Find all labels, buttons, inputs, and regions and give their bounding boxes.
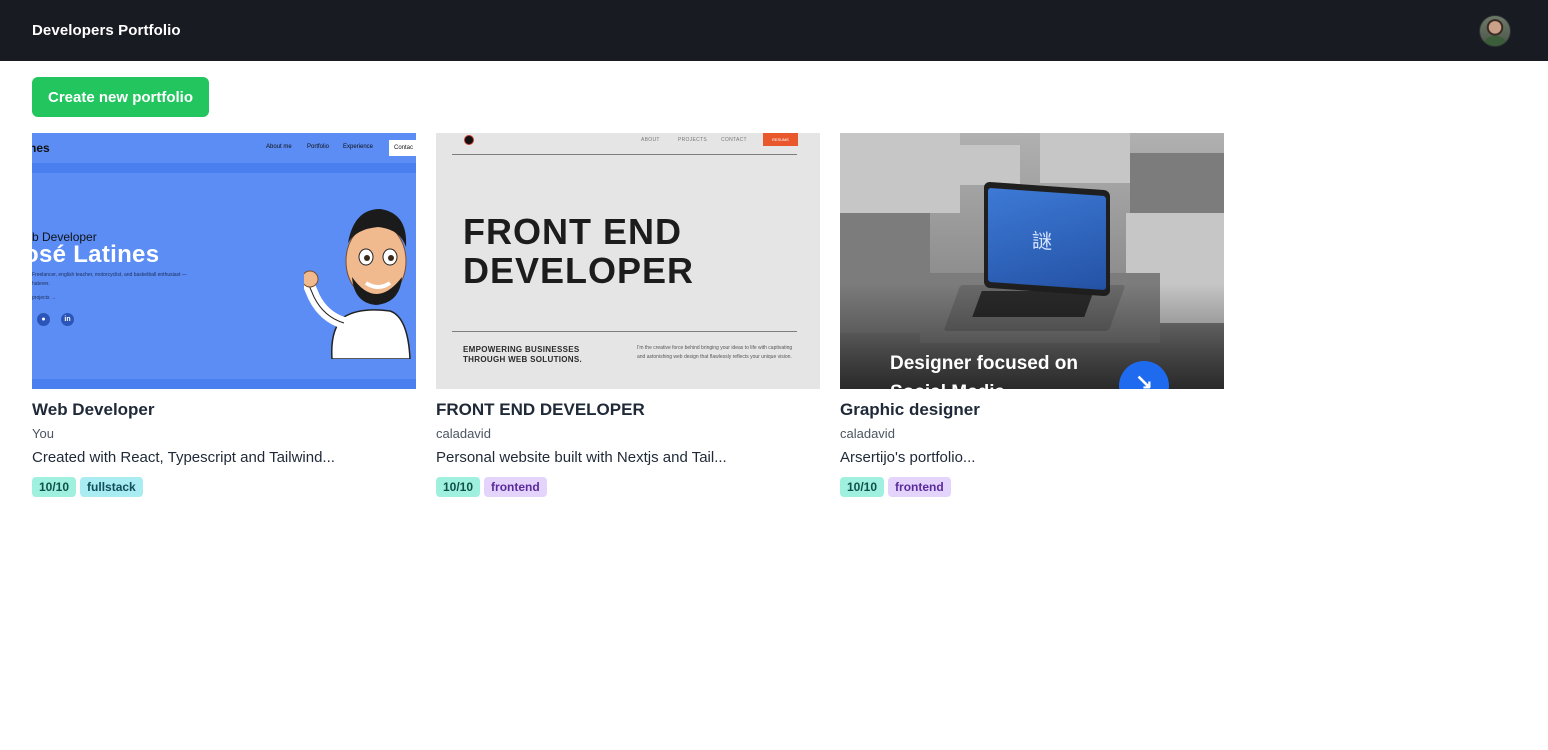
linkedin-icon: in <box>61 313 74 326</box>
portfolio-grid: nes About me Portfolio Experience Contac… <box>32 133 1224 497</box>
preview-tagline: EMPOWERING BUSINESSES <box>463 345 580 354</box>
preview-block <box>840 133 960 213</box>
avatar-illustration <box>304 209 411 359</box>
category-badge: fullstack <box>80 477 143 497</box>
preview-menu-item: Portfolio <box>307 144 330 150</box>
preview-resume-button: RESUME <box>763 133 798 146</box>
preview-menu-item: ABOUT <box>641 137 660 143</box>
card-description: Created with React, Typescript and Tailw… <box>32 449 335 466</box>
preview-paragraph: I'm the creative force behind bringing y… <box>637 345 793 360</box>
card-author: caladavid <box>436 426 491 441</box>
preview-band <box>32 379 416 389</box>
app-title[interactable]: Developers Portfolio <box>32 22 181 39</box>
preview-menu-item: About me <box>266 144 292 150</box>
top-navbar: Developers Portfolio <box>0 0 1548 61</box>
preview-logo: nes <box>32 141 50 155</box>
screen-glyph: 謎 <box>1032 230 1052 254</box>
preview-block <box>1040 133 1130 183</box>
card-title[interactable]: Web Developer <box>32 400 416 422</box>
github-icon: ● <box>37 313 50 326</box>
card-tags: 10/10 fullstack <box>32 477 416 497</box>
preview-block <box>950 145 1020 185</box>
portfolio-thumbnail[interactable]: ABOUT PROJECTS CONTACT RESUME FRONT END … <box>436 133 820 389</box>
score-badge: 10/10 <box>840 477 885 497</box>
card-author: caladavid <box>840 426 895 441</box>
preview-band <box>32 163 416 173</box>
preview-name: osé Latines <box>32 241 160 268</box>
preview-link: projects → <box>32 295 56 301</box>
card-tags: 10/10 frontend <box>840 477 1224 497</box>
preview-logo-icon <box>464 135 474 145</box>
category-badge: frontend <box>888 477 951 497</box>
portfolio-card[interactable]: nes About me Portfolio Experience Contac… <box>32 133 416 497</box>
preview-blurb: hatever. <box>32 281 50 287</box>
user-avatar[interactable] <box>1479 14 1511 47</box>
preview-divider <box>452 154 797 155</box>
preview-blurb: Freelancer, english teacher, motorcyclis… <box>32 272 187 278</box>
preview-caption: Designer focused on Social Media <box>890 353 1078 389</box>
preview-contact-button: Contac <box>389 140 416 156</box>
portfolio-card[interactable]: ABOUT PROJECTS CONTACT RESUME FRONT END … <box>436 133 820 497</box>
preview-tagline: THROUGH WEB SOLUTIONS. <box>463 355 583 364</box>
portfolio-thumbnail[interactable]: 謎 Designer focused on Social Media ↘ <box>840 133 1224 389</box>
category-badge: frontend <box>484 477 547 497</box>
card-author: You <box>32 426 54 441</box>
create-portfolio-button[interactable]: Create new portfolio <box>32 77 210 117</box>
portfolio-thumbnail[interactable]: nes About me Portfolio Experience Contac… <box>32 133 416 389</box>
portfolio-card[interactable]: 謎 Designer focused on Social Media ↘ Gra… <box>840 133 1224 497</box>
card-description: Personal website built with Nextjs and T… <box>436 449 727 466</box>
preview-menu-item: Experience <box>343 144 374 150</box>
card-description: Arsertijo's portfolio... <box>840 449 976 466</box>
card-tags: 10/10 frontend <box>436 477 820 497</box>
score-badge: 10/10 <box>32 477 77 497</box>
preview-divider <box>452 331 797 332</box>
preview-hero-line: FRONT END <box>463 211 682 252</box>
score-badge: 10/10 <box>436 477 481 497</box>
card-title[interactable]: FRONT END DEVELOPER <box>436 400 820 422</box>
preview-menu-item: CONTACT <box>721 137 747 143</box>
preview-menu-item: PROJECTS <box>678 137 708 143</box>
preview-hero-line: DEVELOPER <box>463 250 695 291</box>
card-title[interactable]: Graphic designer <box>840 400 1224 422</box>
